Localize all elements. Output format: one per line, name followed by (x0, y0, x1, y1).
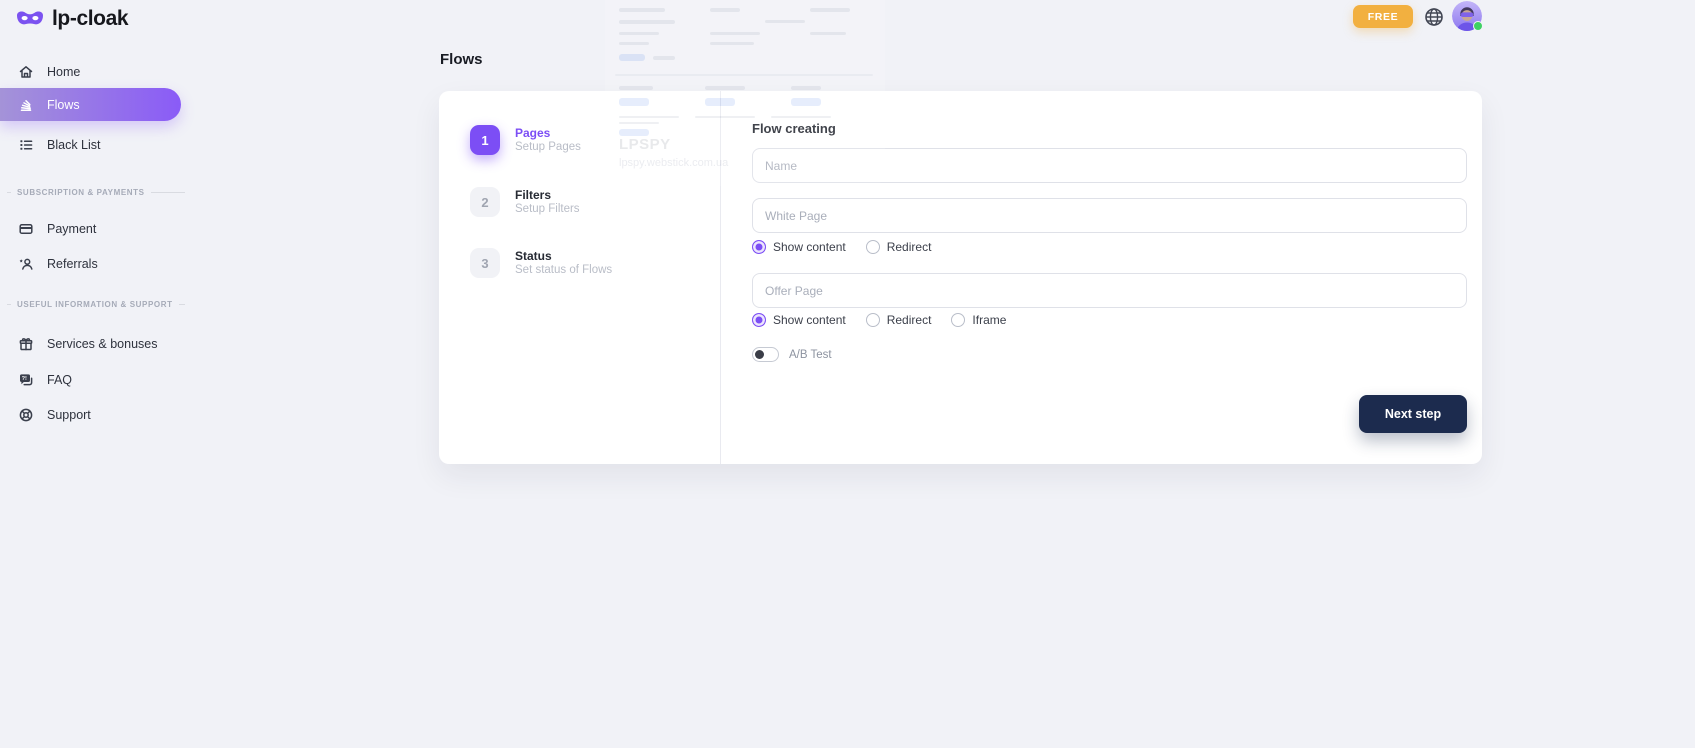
step-title: Pages (515, 125, 581, 140)
wizard-step-status[interactable]: 3 Status Set status of Flows (470, 248, 612, 278)
sidebar-item-label: Flows (47, 98, 80, 112)
radio-white-show-content[interactable]: Show content (752, 240, 846, 254)
sidebar-item-label: Black List (47, 138, 101, 152)
flow-wizard-card: 1 Pages Setup Pages 2 Filters Setup Filt… (439, 91, 1482, 464)
globe-icon (1424, 7, 1444, 27)
section-useful-info-support: USEFUL INFORMATION & SUPPORT (0, 300, 185, 309)
credit-card-icon (18, 221, 34, 237)
step-number-badge: 1 (470, 125, 500, 155)
card-divider (720, 91, 721, 464)
form-title: Flow creating (752, 121, 836, 136)
radio-dot (866, 240, 880, 254)
app-name: lp-cloak (52, 7, 128, 31)
next-step-button[interactable]: Next step (1359, 395, 1467, 433)
ab-test-toggle-row[interactable]: A/B Test (752, 347, 832, 362)
ab-test-toggle[interactable] (752, 347, 779, 362)
sidebar-item-services-bonuses[interactable]: Services & bonuses (0, 327, 181, 360)
radio-dot (951, 313, 965, 327)
white-page-mode-radios: Show content Redirect (752, 239, 931, 255)
online-status-dot (1473, 21, 1483, 31)
sidebar-item-black-list[interactable]: Black List (0, 128, 181, 161)
app-logo[interactable]: lp-cloak (16, 7, 128, 31)
sidebar-item-referrals[interactable]: Referrals (0, 247, 181, 280)
step-subtitle: Setup Filters (515, 202, 580, 216)
stack-icon (18, 97, 34, 113)
page-title: Flows (440, 51, 483, 68)
sidebar-item-label: FAQ (47, 373, 72, 387)
lifebuoy-icon (18, 407, 34, 423)
mask-icon (16, 9, 44, 30)
sidebar-item-payment[interactable]: Payment (0, 212, 181, 245)
offer-page-input[interactable] (752, 273, 1467, 308)
list-icon (18, 137, 34, 153)
white-page-input[interactable] (752, 198, 1467, 233)
sidebar-item-label: Services & bonuses (47, 337, 157, 351)
plan-badge-free[interactable]: FREE (1353, 5, 1413, 28)
step-number-badge: 3 (470, 248, 500, 278)
section-subscription-payments: SUBSCRIPTION & PAYMENTS (0, 188, 185, 197)
step-subtitle: Setup Pages (515, 140, 581, 154)
radio-dot (866, 313, 880, 327)
person-add-icon (18, 256, 34, 272)
wizard-step-pages[interactable]: 1 Pages Setup Pages (470, 125, 581, 155)
sidebar-item-label: Payment (47, 222, 96, 236)
radio-dot (752, 240, 766, 254)
toggle-knob (755, 350, 764, 359)
radio-offer-show-content[interactable]: Show content (752, 313, 846, 327)
step-subtitle: Set status of Flows (515, 263, 612, 277)
sidebar-item-support[interactable]: Support (0, 398, 181, 431)
ab-test-label: A/B Test (789, 349, 832, 361)
sidebar-item-flows[interactable]: Flows (0, 88, 181, 121)
radio-offer-redirect[interactable]: Redirect (866, 313, 932, 327)
sidebar-item-label: Referrals (47, 257, 98, 271)
step-title: Status (515, 248, 612, 263)
sidebar: lp-cloak Home Flows Black List SUBSCRIPT… (0, 0, 200, 748)
sidebar-item-faq[interactable]: ?! FAQ (0, 363, 181, 396)
sidebar-item-label: Home (47, 65, 80, 79)
offer-page-mode-radios: Show content Redirect Iframe (752, 312, 1006, 328)
step-title: Filters (515, 187, 580, 202)
radio-white-redirect[interactable]: Redirect (866, 240, 932, 254)
flow-name-input[interactable] (752, 148, 1467, 183)
radio-offer-iframe[interactable]: Iframe (951, 313, 1006, 327)
home-icon (18, 64, 34, 80)
step-number-badge: 2 (470, 187, 500, 217)
svg-text:?!: ?! (22, 376, 27, 382)
sidebar-item-home[interactable]: Home (0, 55, 181, 88)
sidebar-item-label: Support (47, 408, 91, 422)
language-globe-button[interactable] (1424, 7, 1444, 27)
wizard-step-filters[interactable]: 2 Filters Setup Filters (470, 187, 580, 217)
gift-icon (18, 336, 34, 352)
chat-question-icon: ?! (18, 372, 34, 388)
radio-dot (752, 313, 766, 327)
